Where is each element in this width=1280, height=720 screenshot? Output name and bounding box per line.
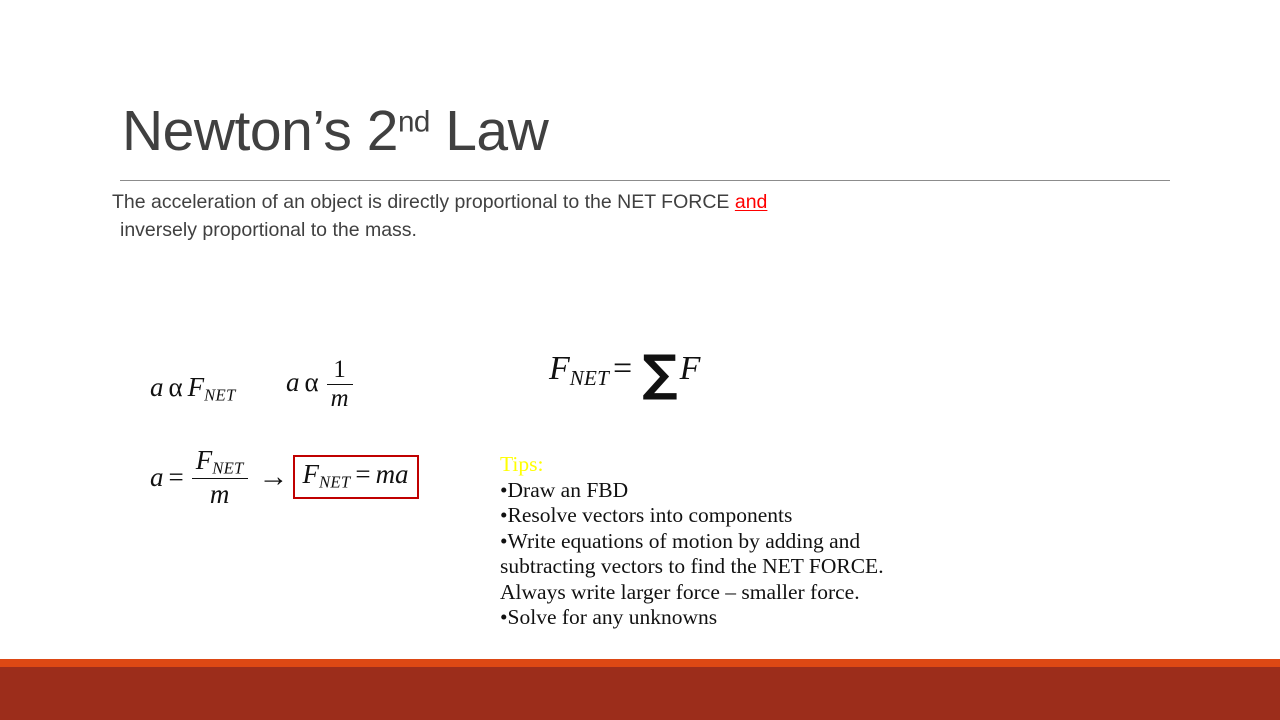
body-line-1: The acceleration of an object is directl… [112, 191, 735, 213]
tips-block: Tips: •Draw an FBD •Resolve vectors into… [500, 452, 1020, 631]
eq-force-subscript: NET [204, 385, 236, 405]
eq3-numerator: FNET [191, 445, 248, 480]
emphasis-and: and [734, 191, 768, 213]
eq4-equals: = [613, 350, 633, 388]
page-title-suffix: Law [429, 99, 549, 163]
page-title-superscript: nd [397, 105, 430, 139]
eq4-lhs-subscript: NET [569, 366, 610, 391]
title-divider [120, 180, 1170, 181]
page-title: Newton’s 2nd Law [122, 98, 549, 164]
eq2-numerator: 1 [326, 356, 353, 386]
tips-item: subtracting vectors to find the NET FORC… [500, 554, 884, 578]
eq3-box-lhs: F [302, 459, 320, 490]
equation-a-proportional-fnet: a α FNET [150, 372, 235, 406]
eq3-box-rhs: ma [375, 459, 409, 490]
footer-accent-stripe [0, 659, 1280, 667]
equation-net-force-summation: FNET = ∑F [549, 344, 700, 402]
eq4-rhs: F [679, 350, 701, 388]
tips-heading: Tips: [500, 452, 544, 476]
tips-item: •Draw an FBD [500, 477, 629, 502]
tips-item: •Write equations of motion by adding and [500, 528, 861, 553]
eq3-box-lhs-subscript: NET [319, 472, 351, 492]
footer-bar [0, 667, 1280, 720]
body-line-2: inversely proportional to the mass. [120, 219, 417, 241]
eq-alpha-symbol: α [168, 372, 183, 402]
eq-var-a: a [150, 372, 164, 402]
boxed-newtons-second-law: FNET = ma [292, 455, 419, 500]
equation-derivation: a = FNET m → FNET = ma [150, 446, 419, 509]
page-title-main: Newton’s 2 [122, 99, 398, 163]
tips-item: Always write larger force – smaller forc… [500, 579, 860, 604]
eq3-lhs: a [150, 461, 164, 492]
tips-item: •Resolve vectors into components [500, 503, 793, 527]
equation-a-proportional-inverse-mass: aα1m [286, 356, 356, 413]
eq4-lhs: F [549, 350, 570, 388]
eq2-fraction: 1m [326, 356, 353, 413]
eq3-numerator-symbol: F [195, 445, 213, 475]
tips-item: •Solve for any unknowns [500, 605, 718, 629]
eq3-equals: = [168, 461, 184, 492]
eq3-denominator: m [209, 479, 230, 510]
eq-force-symbol: F [187, 372, 205, 402]
eq3-fraction: FNET m [191, 445, 248, 510]
slide-canvas: Newton’s 2nd Law The acceleration of an … [0, 0, 1280, 720]
right-arrow-icon: → [258, 460, 289, 494]
eq2-var-a: a [286, 366, 300, 397]
eq3-numerator-subscript: NET [212, 458, 244, 478]
eq2-alpha-symbol: α [304, 366, 319, 397]
eq3-box-equals: = [355, 459, 371, 490]
summation-sigma-icon: ∑ [642, 344, 678, 402]
eq2-denominator: m [330, 385, 349, 413]
body-paragraph: The acceleration of an object is directl… [112, 188, 992, 244]
